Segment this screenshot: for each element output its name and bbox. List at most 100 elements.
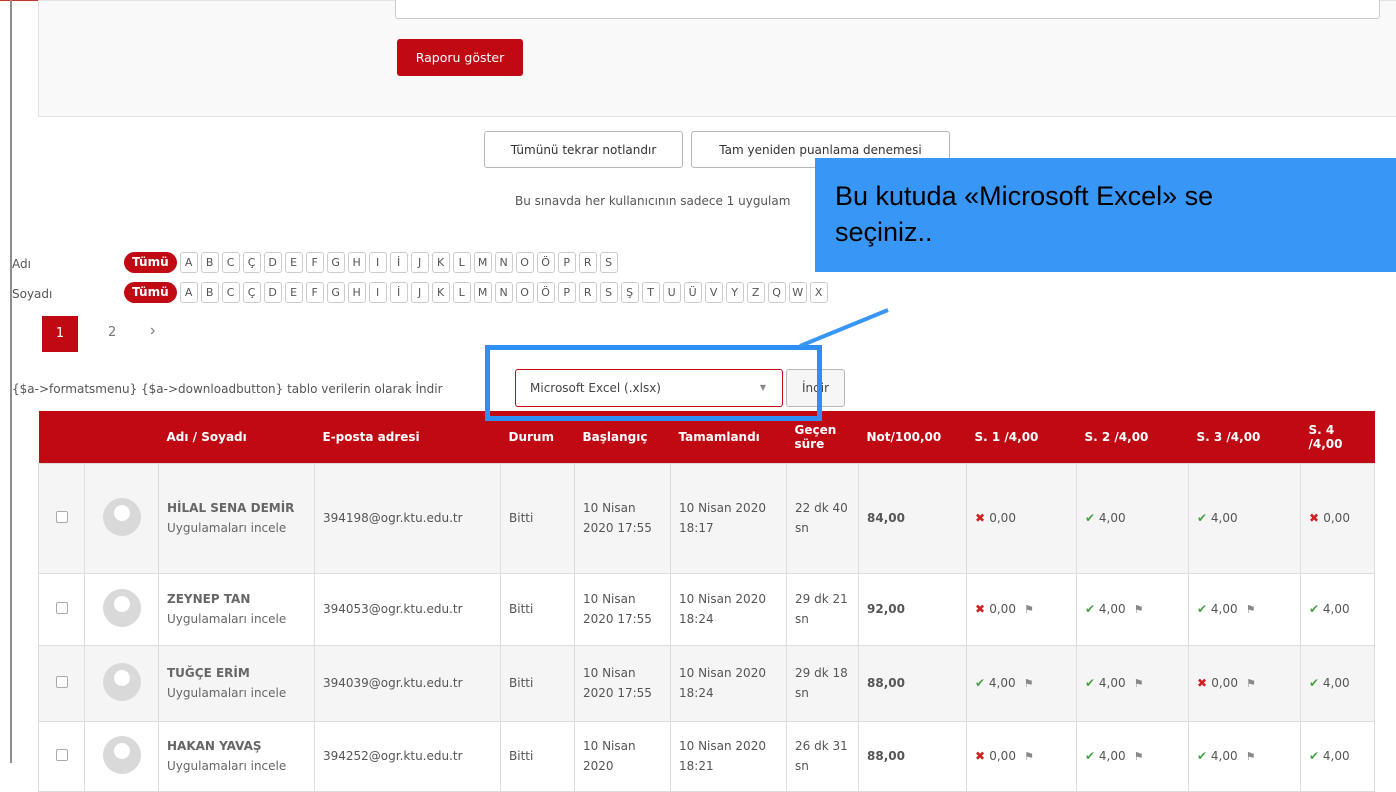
review-attempts-link[interactable]: Uygulamaları incele <box>167 612 286 626</box>
q1-cell[interactable]: ✔ 4,00 ⚑ <box>966 644 1077 722</box>
q2-col-header[interactable]: S. 2 /4,00 <box>1076 411 1189 463</box>
q4-cell[interactable]: ✖ 0,00 <box>1300 462 1375 574</box>
row-checkbox[interactable] <box>55 675 68 688</box>
flag-icon[interactable]: ⚑ <box>1246 677 1256 690</box>
last-name-initial-5[interactable]: E <box>284 282 303 303</box>
first-name-initial-1[interactable]: B <box>200 252 219 273</box>
last-name-initial-8[interactable]: H <box>347 282 366 303</box>
q4-cell[interactable]: ✔ 4,00 <box>1300 572 1375 646</box>
avatar[interactable] <box>102 735 141 774</box>
page-1-button[interactable]: 1 <box>42 316 78 352</box>
q3-col-header[interactable]: S. 3 /4,00 <box>1188 411 1301 463</box>
last-name-initial-10[interactable]: İ <box>389 282 408 303</box>
page-2-link[interactable]: 2 <box>108 325 116 340</box>
q4-col-header[interactable]: S. 4 /4,00 <box>1300 411 1375 463</box>
regrade-all-button[interactable]: Tümünü tekrar notlandır <box>484 131 683 168</box>
flag-icon[interactable]: ⚑ <box>1134 750 1144 763</box>
row-checkbox[interactable] <box>55 601 68 614</box>
first-name-initial-4[interactable]: D <box>263 252 282 273</box>
grade-cell[interactable]: 88,00 <box>858 644 967 722</box>
q2-cell[interactable]: ✔ 4,00 <box>1076 462 1189 574</box>
last-name-initial-0[interactable]: A <box>179 282 198 303</box>
first-name-initial-2[interactable]: C <box>221 252 240 273</box>
avatar[interactable] <box>102 588 141 627</box>
q1-cell[interactable]: ✖ 0,00 ⚑ <box>966 720 1077 792</box>
last-name-initial-16[interactable]: O <box>515 282 534 303</box>
first-name-initial-3[interactable]: Ç <box>242 252 261 273</box>
flag-icon[interactable]: ⚑ <box>1024 750 1034 763</box>
first-name-initial-19[interactable]: R <box>578 252 597 273</box>
review-attempts-link[interactable]: Uygulamaları incele <box>167 759 286 773</box>
q1-cell[interactable]: ✖ 0,00 ⚑ <box>966 572 1077 646</box>
review-attempts-link[interactable]: Uygulamaları incele <box>167 521 286 535</box>
q2-cell[interactable]: ✔ 4,00 ⚑ <box>1076 572 1189 646</box>
flag-icon[interactable]: ⚑ <box>1246 603 1256 616</box>
first-name-initial-5[interactable]: E <box>284 252 303 273</box>
last-name-initial-17[interactable]: Ö <box>536 282 555 303</box>
row-checkbox[interactable] <box>55 510 68 523</box>
q1-col-header[interactable]: S. 1 /4,00 <box>966 411 1077 463</box>
last-name-initial-7[interactable]: G <box>326 282 345 303</box>
review-attempts-link[interactable]: Uygulamaları incele <box>167 686 286 700</box>
first-name-initial-11[interactable]: J <box>410 252 429 273</box>
last-name-initial-28[interactable]: Q <box>767 282 786 303</box>
last-name-initial-3[interactable]: Ç <box>242 282 261 303</box>
avatar[interactable] <box>102 662 141 701</box>
last-name-initial-1[interactable]: B <box>200 282 219 303</box>
options-input[interactable] <box>395 0 1380 19</box>
last-name-initial-14[interactable]: M <box>473 282 492 303</box>
q3-cell[interactable]: ✖ 0,00 ⚑ <box>1188 644 1301 722</box>
last-name-initial-13[interactable]: L <box>452 282 471 303</box>
q3-cell[interactable]: ✔ 4,00 <box>1188 462 1301 574</box>
last-name-all-button[interactable]: Tümü <box>124 282 177 303</box>
last-name-initial-24[interactable]: Ü <box>683 282 702 303</box>
last-name-initial-18[interactable]: P <box>557 282 576 303</box>
last-name-initial-11[interactable]: J <box>410 282 429 303</box>
last-name-initial-27[interactable]: Z <box>746 282 765 303</box>
first-name-initial-7[interactable]: G <box>326 252 345 273</box>
q4-cell[interactable]: ✔ 4,00 <box>1300 720 1375 792</box>
last-name-initial-21[interactable]: Ş <box>620 282 639 303</box>
first-name-initial-18[interactable]: P <box>557 252 576 273</box>
q1-cell[interactable]: ✖ 0,00 <box>966 462 1077 574</box>
first-name-initial-16[interactable]: O <box>515 252 534 273</box>
flag-icon[interactable]: ⚑ <box>1134 677 1144 690</box>
row-checkbox[interactable] <box>55 748 68 761</box>
last-name-initial-15[interactable]: N <box>494 282 513 303</box>
last-name-initial-25[interactable]: V <box>704 282 723 303</box>
last-name-initial-19[interactable]: R <box>578 282 597 303</box>
first-name-initial-15[interactable]: N <box>494 252 513 273</box>
first-name-initial-17[interactable]: Ö <box>536 252 555 273</box>
grade-col-header[interactable]: Not/100,00 <box>858 411 967 463</box>
first-name-initial-20[interactable]: S <box>599 252 618 273</box>
last-name-initial-29[interactable]: W <box>788 282 807 303</box>
first-name-initial-8[interactable]: H <box>347 252 366 273</box>
email-col-header[interactable]: E-posta adresi <box>314 411 501 463</box>
student-name-link[interactable]: HAKAN YAVAŞ <box>167 736 306 756</box>
q4-cell[interactable]: ✔ 4,00 <box>1300 644 1375 722</box>
first-name-initial-12[interactable]: K <box>431 252 450 273</box>
last-name-initial-26[interactable]: Y <box>725 282 744 303</box>
last-name-initial-6[interactable]: F <box>305 282 324 303</box>
grade-cell[interactable]: 84,00 <box>858 462 967 574</box>
last-name-initial-22[interactable]: T <box>641 282 660 303</box>
last-name-initial-2[interactable]: C <box>221 282 240 303</box>
first-name-all-button[interactable]: Tümü <box>124 252 177 273</box>
q3-cell[interactable]: ✔ 4,00 ⚑ <box>1188 572 1301 646</box>
student-name-link[interactable]: TUĞÇE ERİM <box>167 663 306 683</box>
grade-cell[interactable]: 88,00 <box>858 720 967 792</box>
first-name-initial-9[interactable]: I <box>368 252 387 273</box>
q2-cell[interactable]: ✔ 4,00 ⚑ <box>1076 644 1189 722</box>
first-name-initial-10[interactable]: İ <box>389 252 408 273</box>
flag-icon[interactable]: ⚑ <box>1024 677 1034 690</box>
q2-cell[interactable]: ✔ 4,00 ⚑ <box>1076 720 1189 792</box>
first-name-initial-13[interactable]: L <box>452 252 471 273</box>
flag-icon[interactable]: ⚑ <box>1134 603 1144 616</box>
student-name-link[interactable]: HİLAL SENA DEMİR <box>167 498 306 518</box>
first-name-initial-14[interactable]: M <box>473 252 492 273</box>
last-name-initial-4[interactable]: D <box>263 282 282 303</box>
first-name-initial-0[interactable]: A <box>179 252 198 273</box>
last-name-initial-30[interactable]: X <box>809 282 828 303</box>
name-col-header[interactable]: Adı / Soyadı <box>158 411 315 463</box>
first-name-initial-6[interactable]: F <box>305 252 324 273</box>
